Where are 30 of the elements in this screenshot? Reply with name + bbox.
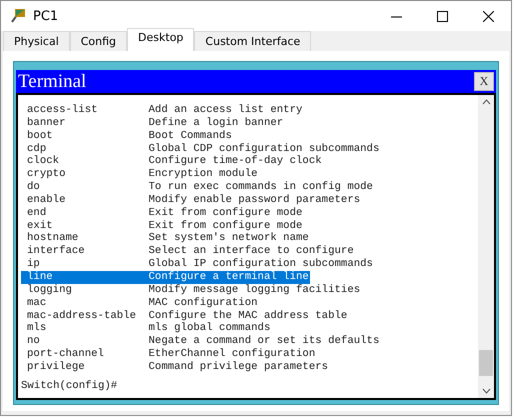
terminal-title: Terminal <box>18 70 86 92</box>
tab[interactable]: Custom Interface <box>194 31 312 51</box>
terminal-line: mac MAC configuration <box>26 296 259 310</box>
scrollbar-thumb[interactable] <box>479 350 493 376</box>
terminal-line: mac-address-table Configure the MAC address table <box>26 310 348 322</box>
terminal-line: end Exit from configure mode <box>26 206 304 220</box>
terminal-line: exit Exit from configure mode <box>26 220 304 232</box>
terminal-line: enable Modify enable password parameters <box>26 194 362 207</box>
terminal-line: logging Modify message logging facilities <box>26 284 362 297</box>
terminal-line: clock Configure time-of-day clock <box>26 155 323 168</box>
tab[interactable]: Physical <box>3 31 70 51</box>
terminal-line: do To run exec commands in config mode <box>26 181 374 194</box>
tab[interactable]: Desktop <box>127 28 194 51</box>
terminal-line: privilege Command privilege parameters <box>26 360 330 374</box>
terminal-line: no Negate a command or set its defaults <box>26 335 380 348</box>
close-button[interactable]: X <box>474 72 494 91</box>
terminal-line: hostname Set system's network name <box>26 232 310 245</box>
tab[interactable]: Config <box>70 31 128 51</box>
terminal-line: cdp Global CDP configuration subcommands <box>26 142 380 155</box>
window-title: PC1 <box>33 8 60 24</box>
terminal-line: mls mls global commands <box>26 322 272 335</box>
terminal-line: access-list Add an access list entry <box>26 104 304 117</box>
terminal-line: interface Select an interface to configure <box>26 245 355 258</box>
command-prompt[interactable]: Switch(config)# <box>21 380 478 392</box>
terminal-line: ip Global IP configuration subcommands <box>26 258 374 271</box>
terminal-line: banner Define a login banner <box>26 116 284 130</box>
terminal-line: crypto Encryption module <box>26 168 259 181</box>
terminal-line: port-channel EtherChannel configuration <box>26 348 316 361</box>
app-icon <box>9 7 27 25</box>
terminal-line: boot Boot Commands <box>26 130 233 143</box>
